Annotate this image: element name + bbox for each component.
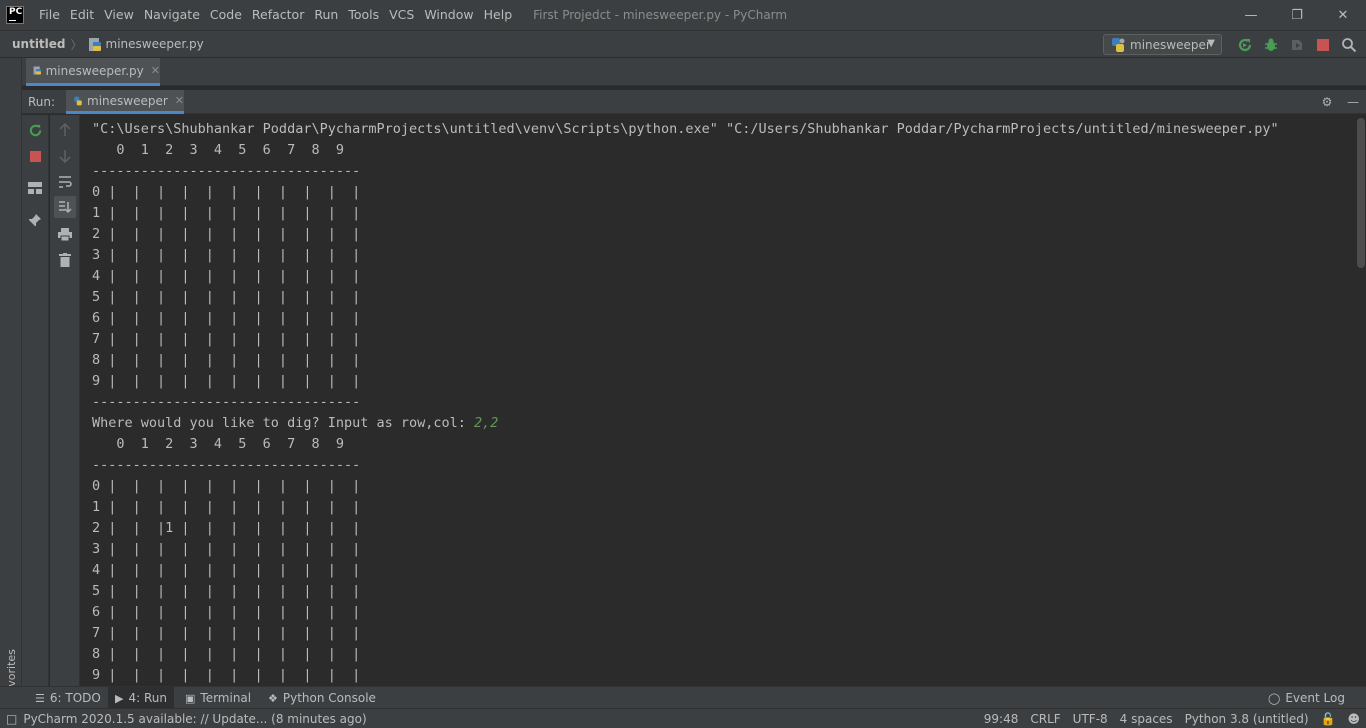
terminal-icon: ▣ — [185, 691, 196, 705]
run-tab-minesweeper[interactable]: minesweeper ✕ — [66, 90, 184, 114]
todo-tool-button[interactable]: ☰ 6: TODO — [28, 687, 108, 709]
debug-icon[interactable] — [1258, 35, 1284, 55]
scroll-to-end-icon[interactable] — [54, 196, 76, 218]
menu-refactor[interactable]: Refactor — [247, 0, 309, 30]
menu-window[interactable]: Window — [419, 0, 478, 30]
breadcrumb-project[interactable]: untitled — [12, 37, 66, 51]
run-config-selector[interactable]: minesweeper ▼ — [1103, 34, 1222, 55]
python-console-icon: ❖ — [268, 691, 278, 705]
console-prompt: Where would you like to dig? Input as ro… — [92, 415, 475, 431]
close-window-icon[interactable]: ✕ — [1320, 0, 1366, 30]
indent-setting[interactable]: 4 spaces — [1114, 712, 1179, 726]
window-controls: — ❐ ✕ — [1228, 0, 1366, 30]
interpreter-selector[interactable]: Python 3.8 (untitled) — [1179, 712, 1315, 726]
title-bar: PC File Edit View Navigate Code Refactor… — [0, 0, 1366, 30]
menu-vcs[interactable]: VCS — [384, 0, 419, 30]
terminal-tool-label: Terminal — [200, 691, 252, 705]
editor-tab-strip: minesweeper.py ✕ — [22, 58, 1366, 86]
lock-icon[interactable]: 🔓 — [1315, 712, 1342, 726]
play-icon: ▶ — [115, 691, 124, 705]
menu-run[interactable]: Run — [309, 0, 343, 30]
arrow-up-icon[interactable] — [54, 119, 76, 141]
chevron-down-icon: ▼ — [1207, 38, 1215, 49]
hector-icon[interactable]: ☻ — [1341, 712, 1366, 726]
arrow-down-icon[interactable] — [54, 145, 76, 167]
status-message-area[interactable]: □ PyCharm 2020.1.5 available: // Update.… — [6, 712, 367, 726]
trash-icon[interactable] — [54, 249, 76, 271]
menu-edit[interactable]: Edit — [65, 0, 99, 30]
menu-code[interactable]: Code — [205, 0, 247, 30]
print-icon[interactable] — [54, 223, 76, 245]
file-encoding[interactable]: UTF-8 — [1067, 712, 1114, 726]
bottom-tool-bar: ☰ 6: TODO ▶ 4: Run ▣ Terminal ❖ Python C… — [0, 686, 1366, 709]
todo-tool-label: 6: TODO — [49, 691, 101, 705]
python-console-tool-button[interactable]: ❖ Python Console — [261, 687, 383, 709]
navigation-bar: untitled 〉 minesweeper.py minesweeper ▼ — [0, 30, 1366, 58]
run-tool-window-header: Run: minesweeper ✕ ⚙ — — [22, 90, 1366, 114]
run-toolbar — [1232, 35, 1362, 55]
breadcrumb-file[interactable]: minesweeper.py — [106, 37, 204, 51]
console-scrollbar[interactable] — [1357, 118, 1365, 268]
python-console-tool-label: Python Console — [282, 691, 376, 705]
hide-panel-icon[interactable]: — — [1340, 95, 1366, 109]
editor-tab-label: minesweeper.py — [45, 63, 144, 78]
speech-bubble-icon: ◯ — [1268, 691, 1281, 705]
run-with-coverage-icon[interactable] — [1284, 35, 1310, 55]
run-config-label: minesweeper — [1130, 37, 1211, 52]
status-widgets: 99:48 CRLF UTF-8 4 spaces Python 3.8 (un… — [978, 709, 1366, 728]
stop-icon[interactable] — [1310, 35, 1336, 55]
event-log-tool-label: Event Log — [1285, 691, 1345, 705]
breadcrumb-separator-icon: 〉 — [70, 37, 83, 52]
menu-bar: File Edit View Navigate Code Refactor Ru… — [34, 0, 517, 30]
status-bar: □ PyCharm 2020.1.5 available: // Update.… — [0, 708, 1366, 728]
status-window-icon: □ — [6, 711, 18, 726]
line-separator[interactable]: CRLF — [1024, 712, 1066, 726]
rerun-icon[interactable] — [1232, 35, 1258, 55]
list-icon: ☰ — [35, 691, 45, 705]
run-panel-label: Run: — [28, 94, 56, 109]
caret-position[interactable]: 99:48 — [978, 712, 1025, 726]
run-tool-label: 4: Run — [128, 691, 167, 705]
console-user-input: 2,2 — [474, 415, 499, 431]
python-file-icon — [88, 37, 102, 52]
gear-icon[interactable]: ⚙ — [1314, 95, 1340, 109]
editor-tab-minesweeper[interactable]: minesweeper.py ✕ — [26, 58, 160, 86]
run-tab-label: minesweeper — [87, 93, 168, 108]
run-header-actions: ⚙ — — [1314, 90, 1366, 114]
menu-tools[interactable]: Tools — [343, 0, 384, 30]
python-config-icon — [1112, 37, 1125, 52]
menu-help[interactable]: Help — [479, 0, 518, 30]
minimize-icon[interactable]: — — [1228, 0, 1274, 30]
close-tab-icon[interactable]: ✕ — [175, 94, 184, 107]
console-actions-toolbar — [50, 115, 80, 686]
event-log-tool-button[interactable]: ◯ Event Log — [1261, 687, 1352, 709]
terminal-tool-button[interactable]: ▣ Terminal — [178, 687, 258, 709]
close-tab-icon[interactable]: ✕ — [151, 64, 160, 77]
python-file-icon — [33, 66, 41, 75]
stop-icon[interactable] — [24, 145, 46, 167]
rerun-icon[interactable] — [24, 119, 46, 141]
window-title: First Projedct - minesweeper.py - PyChar… — [533, 8, 788, 22]
pin-icon[interactable] — [24, 209, 46, 231]
status-message: PyCharm 2020.1.5 available: // Update...… — [23, 711, 367, 726]
menu-view[interactable]: View — [99, 0, 139, 30]
layout-icon[interactable] — [24, 177, 46, 199]
run-console[interactable]: "C:\Users\Shubhankar Poddar\PycharmProje… — [81, 115, 1356, 686]
pycharm-logo-icon: PC — [6, 6, 24, 24]
run-actions-toolbar — [22, 115, 49, 686]
console-prompt-line: Where would you like to dig? Input as ro… — [92, 413, 1356, 434]
search-everywhere-icon[interactable] — [1336, 35, 1362, 55]
console-command: "C:\Users\Shubhankar Poddar\PycharmProje… — [92, 121, 1279, 137]
left-tool-stripe: 2: Favorites ★ — [0, 58, 22, 728]
console-board-after-dig: 0 1 2 3 4 5 6 7 8 9 --------------------… — [92, 436, 361, 683]
menu-navigate[interactable]: Navigate — [139, 0, 205, 30]
python-run-icon — [74, 96, 82, 105]
run-tool-button[interactable]: ▶ 4: Run — [108, 687, 174, 709]
restore-icon[interactable]: ❐ — [1274, 0, 1320, 30]
menu-file[interactable]: File — [34, 0, 65, 30]
soft-wrap-icon[interactable] — [54, 171, 76, 193]
console-board-initial: 0 1 2 3 4 5 6 7 8 9 --------------------… — [92, 142, 361, 410]
